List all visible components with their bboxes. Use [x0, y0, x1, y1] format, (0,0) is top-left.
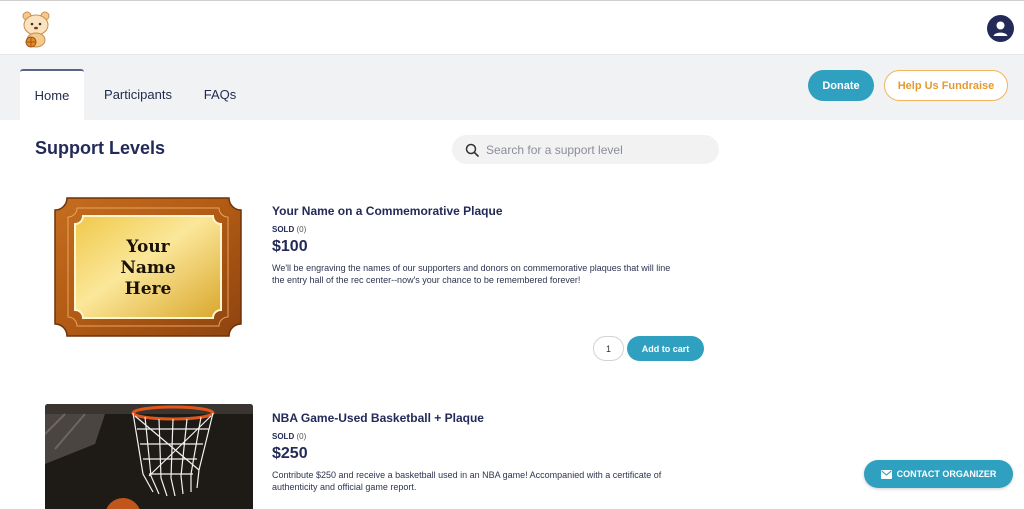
contact-organizer-button[interactable]: CONTACT ORGANIZER [864, 460, 1013, 488]
contact-organizer-label: CONTACT ORGANIZER [896, 469, 997, 479]
sold-label: SOLD [272, 225, 295, 234]
donate-button[interactable]: Donate [808, 70, 874, 101]
search-bar [452, 135, 719, 164]
plaque-text-line-3: Here [125, 279, 172, 299]
plaque-text-line-2: Name [120, 258, 176, 278]
sold-count: (0) [296, 225, 307, 234]
sold-count: (0) [296, 432, 307, 441]
tab-home[interactable]: Home [20, 69, 84, 120]
tab-faqs[interactable]: FAQs [194, 69, 246, 120]
item-title[interactable]: Your Name on a Commemorative Plaque [272, 204, 503, 218]
account-circle-icon[interactable] [987, 15, 1014, 42]
sold-indicator: SOLD (0) [272, 432, 306, 441]
basketball-hoop-image [45, 404, 253, 509]
bear-mascot-logo-icon[interactable] [18, 9, 54, 49]
add-to-cart-button[interactable]: Add to cart [627, 336, 704, 361]
item-price: $100 [272, 238, 308, 255]
top-bar [0, 0, 1024, 55]
search-icon [465, 143, 479, 157]
sold-label: SOLD [272, 432, 295, 441]
quantity-field[interactable]: 1 [593, 336, 624, 361]
envelope-icon [880, 469, 892, 479]
tab-participants[interactable]: Participants [92, 69, 184, 120]
help-us-fundraise-button[interactable]: Help Us Fundraise [884, 70, 1008, 101]
sold-indicator: SOLD (0) [272, 225, 306, 234]
item-title[interactable]: NBA Game-Used Basketball + Plaque [272, 411, 484, 425]
navigation-bar: Home Participants FAQs Donate Help Us Fu… [0, 55, 1024, 120]
item-description: Contribute $250 and receive a basketball… [272, 470, 662, 492]
plaque-image: Your Name Here [54, 197, 242, 337]
item-price: $250 [272, 445, 308, 462]
plaque-text-line-1: Your [125, 237, 170, 257]
search-input[interactable] [486, 142, 706, 157]
page-title: Support Levels [35, 138, 166, 158]
item-description: We'll be engraving the names of our supp… [272, 263, 671, 285]
